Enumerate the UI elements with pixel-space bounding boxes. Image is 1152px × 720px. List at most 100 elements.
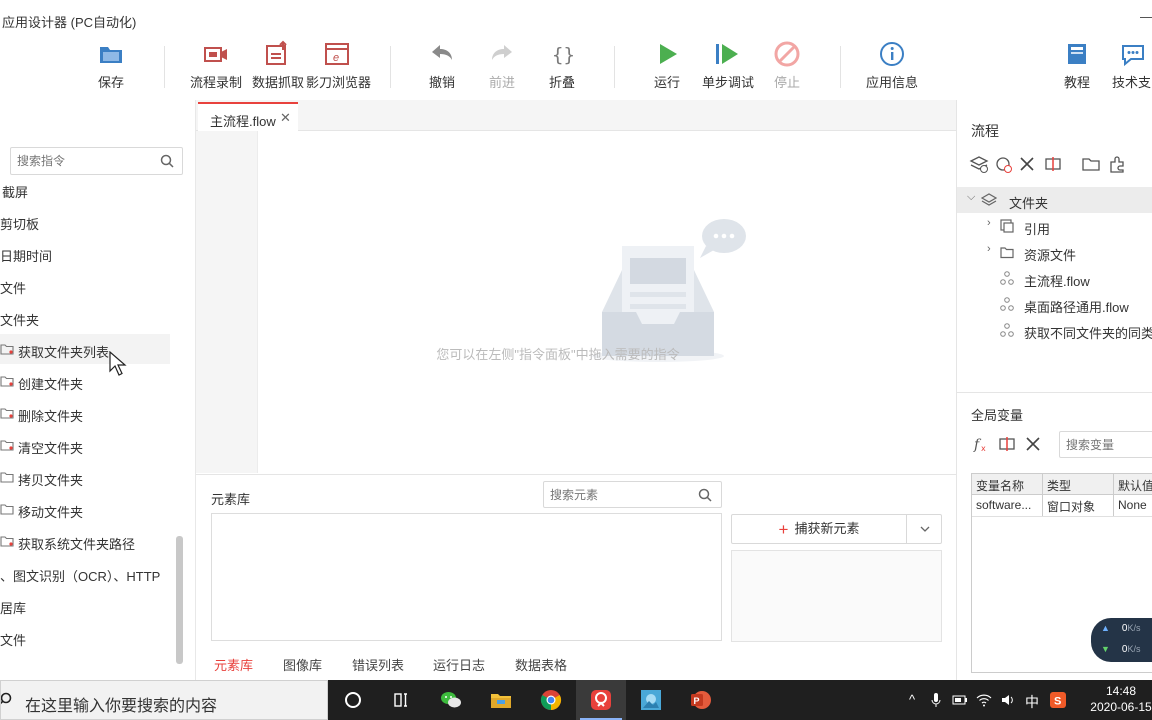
command-category[interactable]: 截屏 [0, 182, 170, 204]
grab-data-button[interactable]: 数据抓取 [252, 38, 304, 96]
wifi-icon[interactable] [976, 692, 992, 708]
rename-icon[interactable] [1043, 154, 1063, 174]
delete-icon[interactable] [1017, 154, 1037, 174]
ime-indicator[interactable]: 中 [1024, 692, 1040, 710]
task-view-button[interactable] [376, 680, 426, 720]
command-item[interactable]: 获取系统文件夹路径 [0, 526, 170, 556]
command-search-input[interactable] [11, 148, 151, 174]
chrome-taskbar-app[interactable] [526, 680, 576, 720]
global-variables-title: 全局变量 [971, 408, 1024, 423]
command-item[interactable]: 清空文件夹 [0, 430, 170, 460]
add-flow-icon[interactable] [969, 154, 989, 174]
variable-search-input[interactable] [1060, 432, 1152, 457]
record-button[interactable]: 流程录制 [190, 38, 242, 96]
browser-button[interactable]: e 影刀浏览器 [306, 38, 371, 96]
tab-image-library[interactable]: 图像库 [283, 655, 322, 674]
command-category[interactable]: 居库 [0, 590, 170, 620]
rename-icon[interactable] [997, 434, 1017, 454]
chevron-right-icon[interactable]: › [987, 243, 991, 255]
tab-data-table[interactable]: 数据表格 [515, 655, 567, 674]
chevron-up-icon[interactable]: ^ [904, 692, 920, 708]
wechat-taskbar-app[interactable] [426, 680, 476, 720]
system-clock[interactable]: 14:48 2020-06-15 [1086, 683, 1152, 715]
powerpoint-taskbar-app[interactable]: P [676, 680, 726, 720]
upload-speed: ▲ 0K/s [1101, 623, 1141, 634]
tutorial-button[interactable]: 教程 [1062, 38, 1092, 96]
minimize-icon[interactable] [1140, 17, 1152, 18]
browser-icon: e [325, 43, 349, 65]
close-tab-icon[interactable]: ✕ [280, 110, 291, 126]
toolbar-divider [390, 46, 391, 88]
microphone-icon[interactable] [928, 692, 944, 708]
chevron-right-icon[interactable]: › [987, 217, 991, 229]
app-info-button[interactable]: 应用信息 [866, 38, 918, 96]
tab-element-library[interactable]: 元素库 [214, 655, 253, 674]
chrome-icon [540, 690, 562, 711]
capture-dropdown-button[interactable] [908, 515, 942, 543]
flow-canvas[interactable] [258, 131, 956, 473]
refresh-flow-icon[interactable] [993, 154, 1013, 174]
command-item[interactable]: 创建文件夹 [0, 366, 170, 396]
folder-command-icon [0, 472, 14, 483]
search-icon[interactable] [160, 154, 174, 168]
command-item[interactable]: 获取文件夹列表 [0, 334, 170, 364]
command-list-scrollbar[interactable] [176, 536, 183, 664]
element-library: 元素库 +捕获新元素 元素库 图像库 错误列表 运行日志 数据表格 [196, 474, 956, 680]
editor-tab-bar: 主流程.flow ✕ [196, 100, 956, 131]
element-library-title: 元素库 [211, 492, 251, 507]
run-button[interactable]: 运行 [652, 38, 682, 96]
chevron-down-icon[interactable]: ⌵ [967, 191, 975, 204]
plugin-icon[interactable] [1107, 154, 1127, 174]
flow-file-icon [1000, 271, 1014, 285]
element-list[interactable] [211, 513, 722, 641]
step-debug-button[interactable]: 单步调试 [702, 38, 754, 96]
stop-button[interactable]: 停止 [772, 38, 802, 96]
new-folder-icon[interactable] [1081, 154, 1101, 174]
file-explorer-taskbar-app[interactable] [476, 680, 526, 720]
redo-button[interactable]: 前进 [488, 38, 516, 96]
tab-run-log[interactable]: 运行日志 [433, 655, 485, 674]
capture-new-element-button[interactable]: + 捕获新元素 [732, 515, 907, 543]
command-item[interactable]: 移动文件夹 [0, 494, 170, 524]
stop-icon [774, 41, 800, 67]
battery-icon[interactable] [952, 692, 968, 708]
command-search[interactable] [10, 147, 183, 175]
delete-icon[interactable] [1023, 434, 1043, 454]
function-icon[interactable]: fx [973, 434, 993, 454]
tab-main-flow[interactable]: 主流程.flow ✕ [198, 102, 298, 131]
undo-button[interactable]: 撤销 [428, 38, 456, 96]
column-header[interactable]: 变量名称 [972, 474, 1043, 495]
tree-node-similar-files-flow[interactable]: 获取不同文件夹的同类文 [999, 318, 1152, 342]
taskbar-search[interactable]: 在这里输入你要搜索的内容 [0, 680, 328, 720]
command-item[interactable]: 拷贝文件夹 [0, 462, 170, 492]
play-icon [660, 44, 677, 64]
sogou-ime-icon[interactable]: S [1050, 692, 1066, 708]
save-button[interactable]: 保存 [96, 38, 126, 96]
yingdao-taskbar-app[interactable] [576, 680, 626, 720]
support-button[interactable]: 技术支 [1112, 38, 1152, 96]
table-row[interactable]: software... 窗口对象 None [972, 495, 1152, 517]
cortana-button[interactable] [328, 680, 378, 720]
fold-button[interactable]: {} 折叠 [548, 38, 576, 96]
variable-search[interactable] [1059, 431, 1152, 458]
command-category[interactable]: 文件 [0, 270, 170, 300]
command-category[interactable]: 文件 [0, 622, 170, 652]
line-gutter [196, 131, 258, 473]
element-search-input[interactable] [544, 482, 684, 507]
image-viewer-taskbar-app[interactable] [626, 680, 676, 720]
command-category[interactable]: . [0, 654, 170, 672]
element-search[interactable] [543, 481, 722, 508]
command-category[interactable]: 剪切板 [0, 206, 170, 236]
variable-default-cell: None [1118, 498, 1147, 512]
svg-text:S: S [1054, 696, 1061, 708]
command-category-folder[interactable]: 文件夹 [0, 302, 170, 332]
variable-type-cell: 窗口对象 [1043, 495, 1114, 516]
column-header[interactable]: 默认值 [1114, 474, 1152, 495]
column-header[interactable]: 类型 [1043, 474, 1114, 495]
command-category[interactable]: 、图文识别（OCR）、HTTP [0, 558, 170, 588]
command-category[interactable]: 日期时间 [0, 238, 170, 268]
volume-icon[interactable] [1000, 692, 1016, 708]
tab-error-list[interactable]: 错误列表 [352, 655, 404, 674]
search-icon[interactable] [698, 488, 712, 502]
command-item[interactable]: 删除文件夹 [0, 398, 170, 428]
